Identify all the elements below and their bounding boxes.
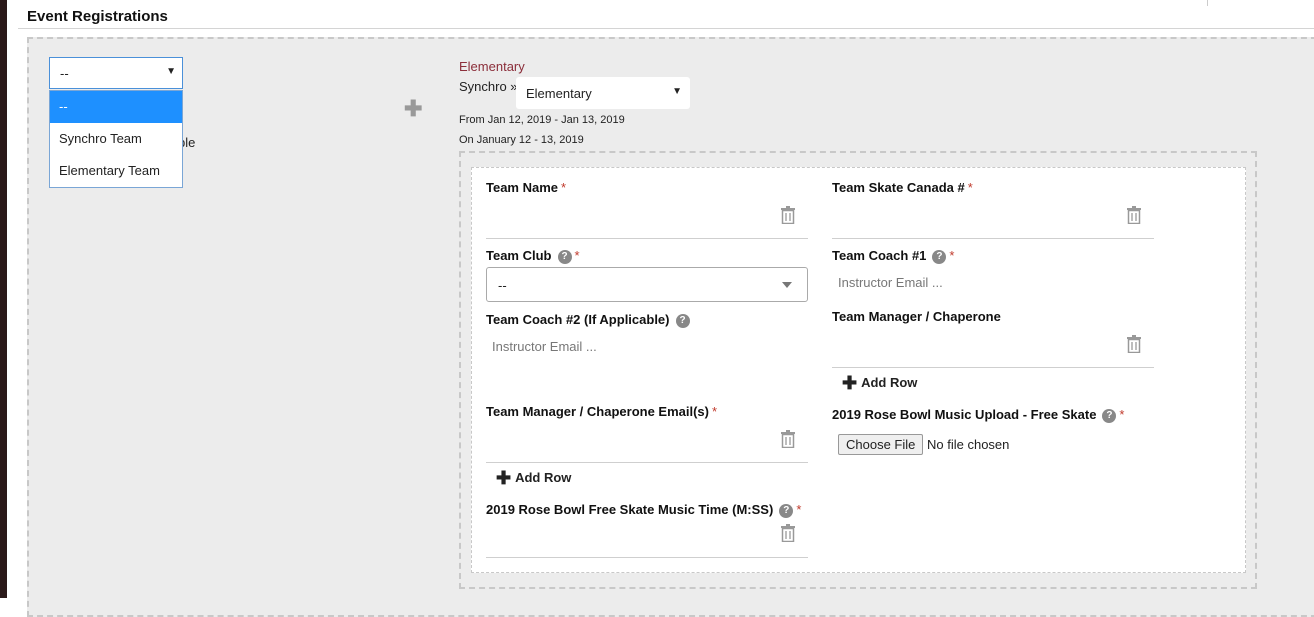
chevron-down-icon <box>782 282 792 288</box>
help-icon: ? <box>932 249 947 264</box>
team-coach-2-label: Team Coach #2 (If Applicable)? <box>486 312 690 328</box>
plus-icon: ✚ <box>496 468 512 488</box>
team-club-label: Team Club? * <box>486 248 580 264</box>
team-coach-1-label: Team Coach #1? * <box>832 248 955 264</box>
dropdown-option[interactable]: Synchro Team <box>50 123 182 155</box>
field-divider <box>832 238 1154 239</box>
event-date-on: On January 12 - 13, 2019 <box>459 134 584 146</box>
page-title: Event Registrations <box>27 8 168 25</box>
manager-emails-label: Team Manager / Chaperone Email(s) * <box>486 404 718 419</box>
choose-file-button[interactable]: Choose File <box>838 434 924 455</box>
field-divider <box>486 238 808 239</box>
breadcrumb: Synchro » <box>459 79 518 94</box>
level-select[interactable]: Elementary ▼ <box>516 77 690 109</box>
team-club-select[interactable]: -- <box>486 267 808 302</box>
window-edge <box>0 0 7 598</box>
caret-down-icon: ▼ <box>166 66 176 77</box>
help-icon: ? <box>557 249 572 264</box>
trash-icon[interactable] <box>780 524 796 542</box>
team-name-label: Team Name * <box>486 180 567 195</box>
field-divider <box>486 557 808 558</box>
event-category: Elementary <box>459 59 525 74</box>
level-select-value: Elementary <box>526 86 592 101</box>
team-type-select-value: -- <box>60 66 69 81</box>
team-type-select[interactable]: -- ▼ <box>49 57 183 89</box>
help-icon: ? <box>779 503 794 518</box>
plus-icon: ✚ <box>842 373 858 393</box>
music-time-label: 2019 Rose Bowl Free Skate Music Time (M:… <box>486 502 802 518</box>
team-manager-label: Team Manager / Chaperone <box>832 309 1001 324</box>
event-date-range: From Jan 12, 2019 - Jan 13, 2019 <box>459 114 625 126</box>
caret-down-icon: ▼ <box>672 86 682 97</box>
trash-icon[interactable] <box>1126 335 1142 353</box>
trash-icon[interactable] <box>1126 206 1142 224</box>
help-icon: ? <box>1102 408 1117 423</box>
help-icon: ? <box>675 313 690 328</box>
music-upload-label: 2019 Rose Bowl Music Upload - Free Skate… <box>832 407 1125 423</box>
team-type-dropdown: -- Synchro Team Elementary Team <box>49 90 183 188</box>
team-coach-2-input[interactable]: Instructor Email ... <box>492 339 597 354</box>
team-coach-1-input[interactable]: Instructor Email ... <box>838 275 943 290</box>
dropdown-option[interactable]: Elementary Team <box>50 155 182 187</box>
team-skate-canada-label: Team Skate Canada # * <box>832 180 973 195</box>
plus-icon[interactable]: ✚ <box>404 96 422 122</box>
add-row-button[interactable]: ✚ Add Row <box>496 468 571 489</box>
field-divider <box>486 462 808 463</box>
add-row-button[interactable]: ✚ Add Row <box>842 373 917 394</box>
divider <box>1207 0 1208 6</box>
header-divider <box>18 28 1314 29</box>
dropdown-option[interactable]: -- <box>50 91 182 123</box>
team-club-select-value: -- <box>498 278 507 293</box>
no-file-status: No file chosen <box>927 437 1010 452</box>
field-divider <box>832 367 1154 368</box>
trash-icon[interactable] <box>780 430 796 448</box>
trash-icon[interactable] <box>780 206 796 224</box>
